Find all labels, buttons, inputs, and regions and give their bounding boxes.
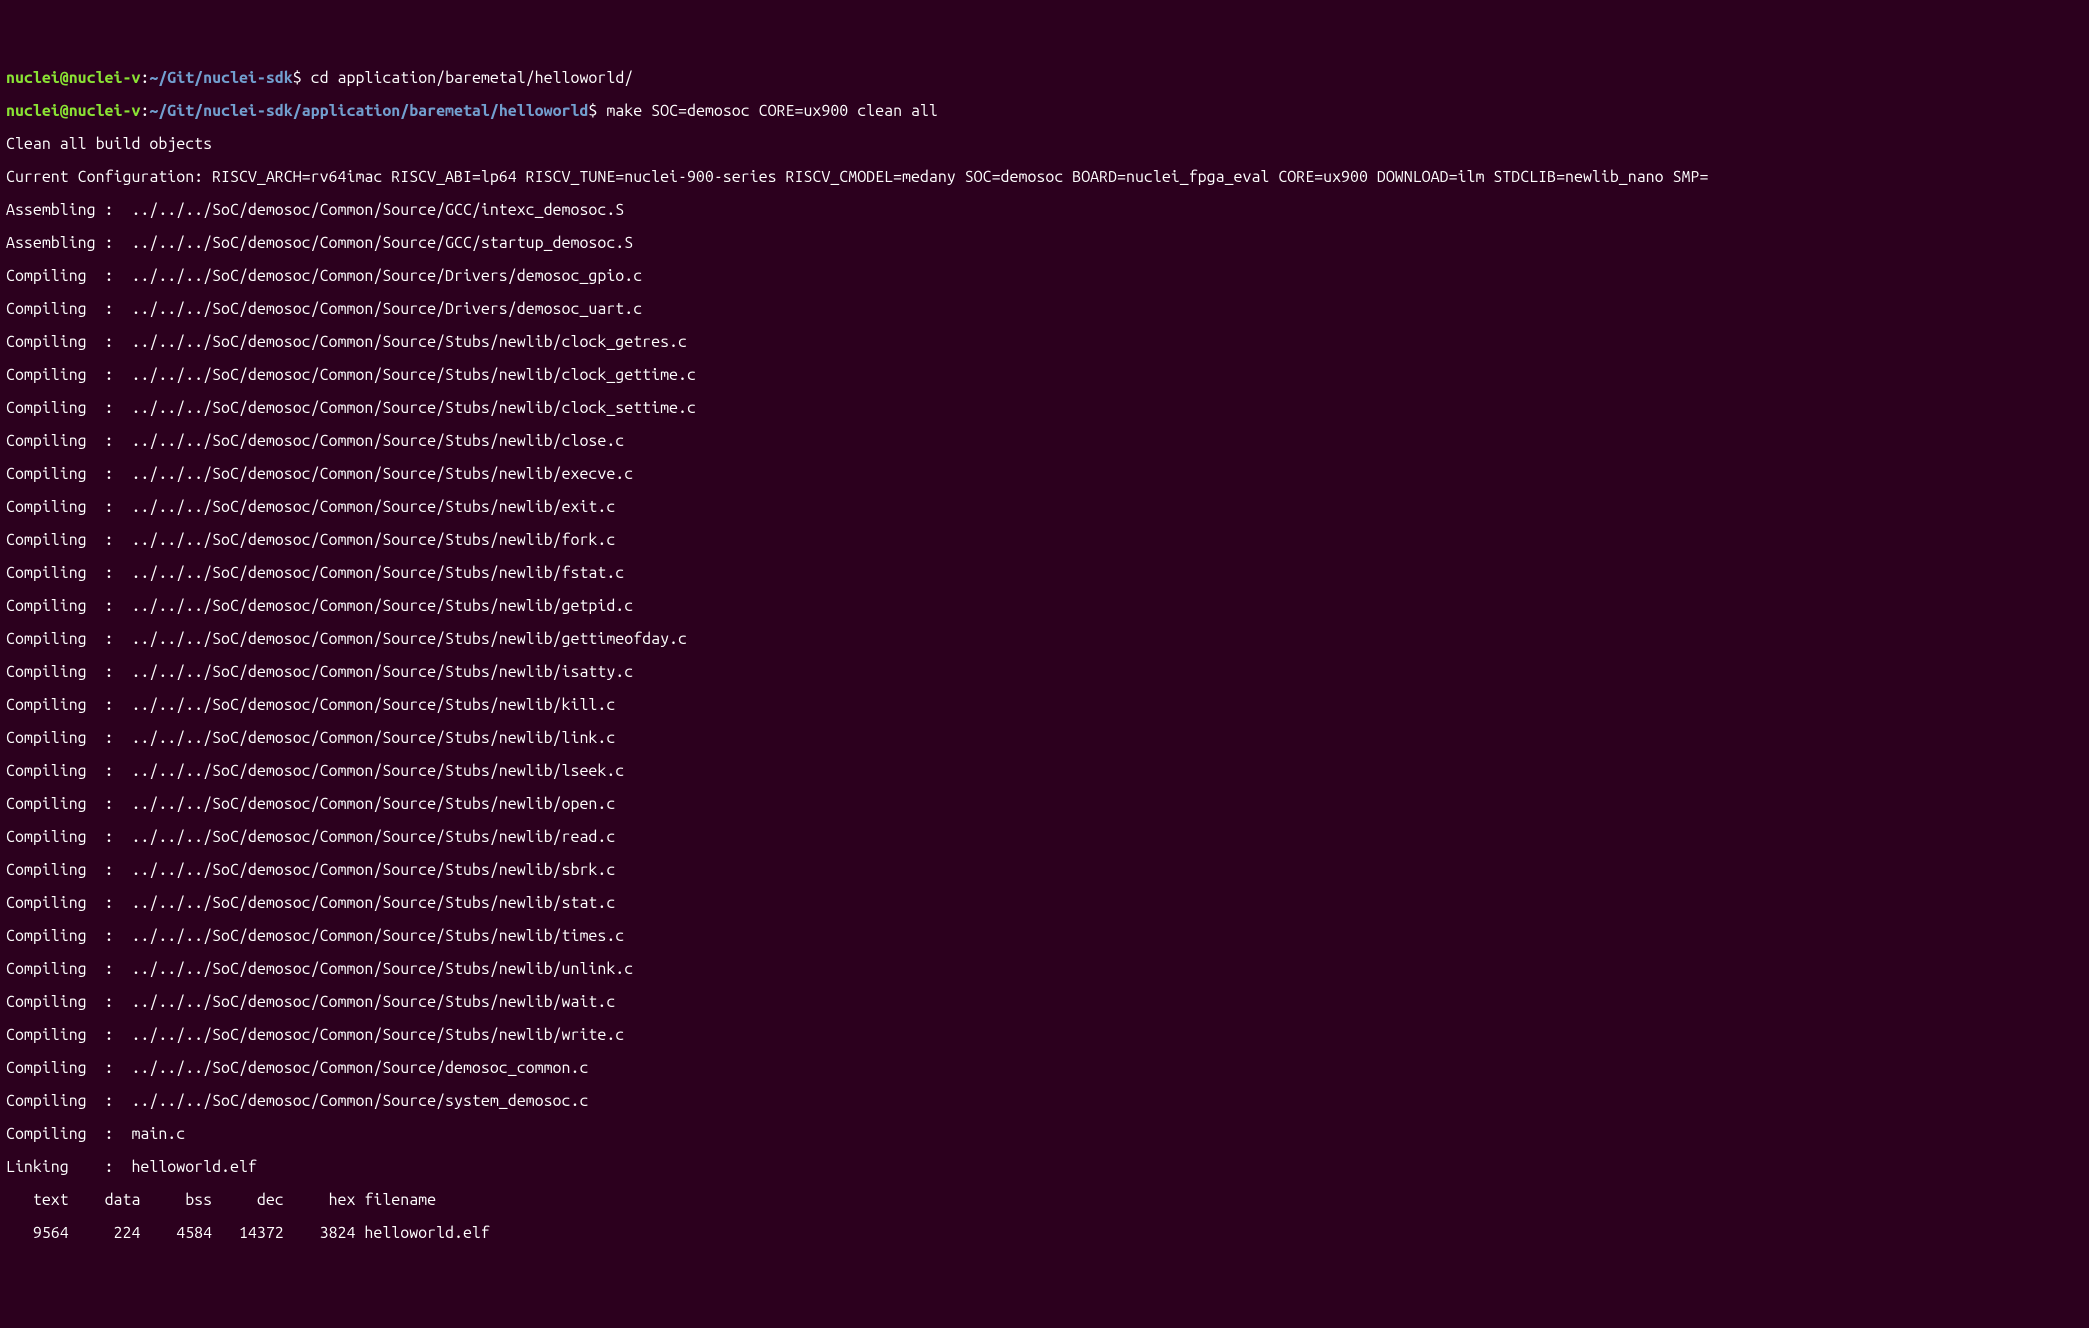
output-line: Compiling : ../../../SoC/demosoc/Common/… (6, 532, 2083, 549)
output-line: Compiling : ../../../SoC/demosoc/Common/… (6, 631, 2083, 648)
output-line: Assembling : ../../../SoC/demosoc/Common… (6, 202, 2083, 219)
output-line: Compiling : ../../../SoC/demosoc/Common/… (6, 829, 2083, 846)
prompt-symbol: $ (293, 69, 311, 87)
user-host: nuclei@nuclei-v (6, 102, 140, 120)
output-line: Compiling : ../../../SoC/demosoc/Common/… (6, 301, 2083, 318)
output-line: text data bss dec hex filename (6, 1192, 2083, 1209)
prompt-line-1[interactable]: nuclei@nuclei-v:~/Git/nuclei-sdk$ cd app… (6, 70, 2083, 87)
output-line: Compiling : ../../../SoC/demosoc/Common/… (6, 466, 2083, 483)
prompt-line-2[interactable]: nuclei@nuclei-v:~/Git/nuclei-sdk/applica… (6, 103, 2083, 120)
cwd-path: ~/Git/nuclei-sdk (149, 69, 292, 87)
output-line: 9564 224 4584 14372 3824 helloworld.elf (6, 1225, 2083, 1242)
output-line: Compiling : ../../../SoC/demosoc/Common/… (6, 664, 2083, 681)
output-line: Compiling : ../../../SoC/demosoc/Common/… (6, 334, 2083, 351)
output-line: Compiling : ../../../SoC/demosoc/Common/… (6, 928, 2083, 945)
output-line: Compiling : ../../../SoC/demosoc/Common/… (6, 268, 2083, 285)
output-line: Compiling : ../../../SoC/demosoc/Common/… (6, 499, 2083, 516)
command-text: make SOC=demosoc CORE=ux900 clean all (606, 102, 938, 120)
output-line: Compiling : ../../../SoC/demosoc/Common/… (6, 961, 2083, 978)
output-line: Compiling : main.c (6, 1126, 2083, 1143)
output-line: Compiling : ../../../SoC/demosoc/Common/… (6, 565, 2083, 582)
output-line: Compiling : ../../../SoC/demosoc/Common/… (6, 697, 2083, 714)
output-line: Compiling : ../../../SoC/demosoc/Common/… (6, 730, 2083, 747)
output-line: Current Configuration: RISCV_ARCH=rv64im… (6, 169, 2083, 186)
output-line: Clean all build objects (6, 136, 2083, 153)
output-line: Compiling : ../../../SoC/demosoc/Common/… (6, 367, 2083, 384)
output-line: Linking : helloworld.elf (6, 1159, 2083, 1176)
output-line: Compiling : ../../../SoC/demosoc/Common/… (6, 796, 2083, 813)
output-line: Compiling : ../../../SoC/demosoc/Common/… (6, 1060, 2083, 1077)
output-line: Compiling : ../../../SoC/demosoc/Common/… (6, 994, 2083, 1011)
output-line: Assembling : ../../../SoC/demosoc/Common… (6, 235, 2083, 252)
output-line: Compiling : ../../../SoC/demosoc/Common/… (6, 400, 2083, 417)
output-line: Compiling : ../../../SoC/demosoc/Common/… (6, 598, 2083, 615)
output-line: Compiling : ../../../SoC/demosoc/Common/… (6, 895, 2083, 912)
output-line: Compiling : ../../../SoC/demosoc/Common/… (6, 433, 2083, 450)
cwd-path: ~/Git/nuclei-sdk/application/baremetal/h… (149, 102, 588, 120)
command-text: cd application/baremetal/helloworld/ (311, 69, 634, 87)
prompt-symbol: $ (588, 102, 606, 120)
output-line: Compiling : ../../../SoC/demosoc/Common/… (6, 1093, 2083, 1110)
user-host: nuclei@nuclei-v (6, 69, 140, 87)
output-line: Compiling : ../../../SoC/demosoc/Common/… (6, 763, 2083, 780)
output-line: Compiling : ../../../SoC/demosoc/Common/… (6, 862, 2083, 879)
output-line: Compiling : ../../../SoC/demosoc/Common/… (6, 1027, 2083, 1044)
